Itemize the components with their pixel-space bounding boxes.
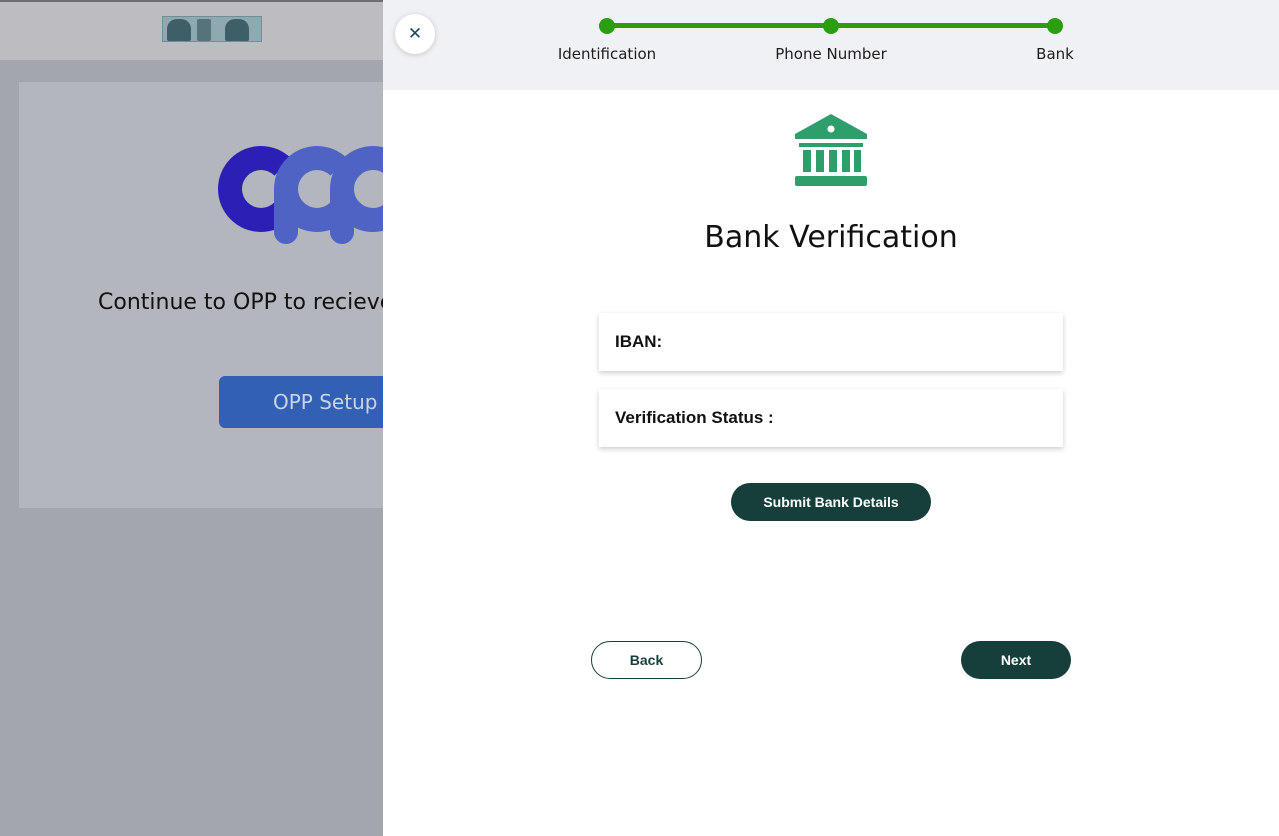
step-dot-identification (599, 18, 615, 34)
step-label-bank: Bank (1036, 45, 1074, 63)
banner-figure (197, 19, 211, 41)
step-label-phone-number: Phone Number (775, 45, 887, 63)
verification-status-label: Verification Status : (615, 408, 774, 427)
next-button[interactable]: Next (961, 641, 1071, 679)
stepper-connector (607, 23, 831, 28)
opp-setup-button[interactable]: OPP Setup (219, 376, 409, 428)
bank-icon (795, 114, 867, 186)
bank-verification-drawer: ✕ Identification Phone Number Bank Bank … (383, 0, 1279, 836)
stepper-header: ✕ Identification Phone Number Bank (383, 0, 1279, 90)
iban-field: IBAN: (599, 313, 1063, 371)
close-button[interactable]: ✕ (395, 14, 435, 54)
step-dot-bank (1047, 18, 1063, 34)
submit-bank-details-button[interactable]: Submit Bank Details (731, 483, 931, 521)
background-continue-text: Continue to OPP to recieve (98, 290, 394, 315)
step-dot-phone-number (823, 18, 839, 34)
iban-label: IBAN: (615, 332, 663, 351)
page-title: Bank Verification (704, 220, 958, 255)
background-banner-image (162, 16, 262, 42)
step-label-identification: Identification (557, 45, 657, 63)
banner-figure (225, 19, 249, 41)
stepper-connector (831, 23, 1055, 28)
banner-figure (167, 19, 191, 41)
close-icon: ✕ (407, 24, 423, 43)
back-button[interactable]: Back (591, 641, 702, 679)
verification-status-field: Verification Status : (599, 389, 1063, 447)
